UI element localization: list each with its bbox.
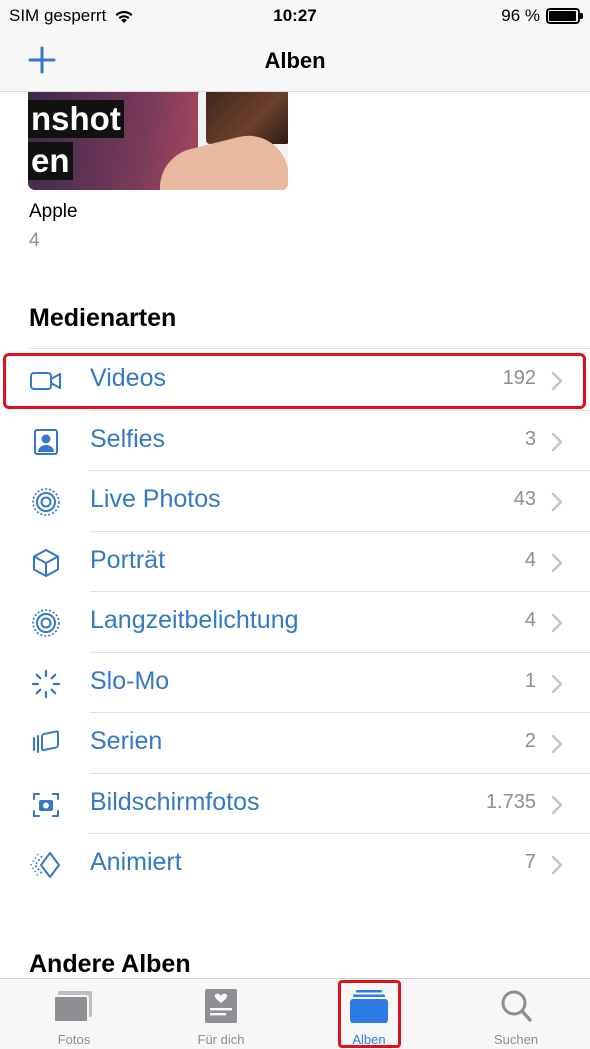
list-item-portrait[interactable]: Porträt 4	[0, 532, 590, 592]
list-item-count: 3	[524, 427, 536, 450]
list-item-label: Bildschirmfotos	[90, 787, 260, 816]
animated-icon	[30, 852, 60, 878]
battery-icon	[546, 8, 583, 24]
battery-percent: 96 %	[501, 6, 540, 25]
highlight-annotation	[338, 980, 401, 1048]
long-exposure-icon	[32, 609, 60, 637]
list-item-count: 43	[513, 488, 536, 510]
navigation-bar: Alben	[0, 32, 590, 92]
chevron-right-icon	[551, 492, 563, 512]
list-item-count: 7	[524, 851, 536, 873]
list-item-label: Porträt	[90, 545, 166, 574]
list-item-label: Slo-Mo	[90, 666, 170, 695]
chevron-right-icon	[551, 553, 563, 572]
section-header-other-albums: Andere Alben	[29, 950, 191, 978]
list-item-long-exposure[interactable]: Langzeitbelichtung 4	[0, 592, 590, 653]
tab-photos[interactable]: Fotos	[0, 979, 148, 1049]
live-photo-icon	[32, 488, 60, 516]
chevron-right-icon	[551, 613, 563, 633]
section-header-media-types: Medienarten	[29, 304, 177, 332]
thumbnail-caption-line1: nshot	[28, 100, 124, 138]
list-item-label: Langzeitbelichtung	[90, 606, 299, 634]
for-you-icon	[205, 989, 237, 1023]
list-item-slo-mo[interactable]: Slo-Mo 1	[0, 653, 590, 713]
list-item-screenshots[interactable]: Bildschirmfotos 1.735	[0, 774, 590, 834]
status-battery-group: 96 %	[501, 6, 583, 26]
status-bar: SIM gesperrt 10:27 96 %	[0, 0, 590, 32]
search-icon	[501, 990, 532, 1022]
list-item-videos[interactable]: Videos 192	[0, 350, 590, 411]
tab-search[interactable]: Suchen	[442, 979, 590, 1049]
list-item-count: 1	[524, 669, 536, 692]
list-item-animated[interactable]: Animiert 7	[0, 834, 590, 895]
list-item-label: Serien	[90, 727, 163, 755]
tab-bar: Fotos Für dich Alben Suchen	[0, 978, 590, 1049]
cube-icon	[33, 548, 59, 577]
list-item-selfies[interactable]: Selfies 3	[0, 411, 590, 471]
album-name[interactable]: Apple	[29, 201, 78, 223]
list-item-label: Live Photos	[90, 485, 221, 513]
section-divider	[29, 348, 590, 349]
list-item-label: Animiert	[90, 848, 182, 876]
highlight-annotation	[3, 353, 586, 409]
page-title: Alben	[264, 48, 326, 73]
list-item-count: 4	[524, 548, 536, 571]
tab-label: Fotos	[57, 1032, 91, 1047]
list-item-count: 2	[524, 730, 536, 752]
battery-level-fill	[549, 11, 576, 21]
chevron-right-icon	[551, 855, 563, 875]
chevron-right-icon	[551, 734, 563, 754]
chevron-right-icon	[551, 432, 563, 451]
burst-icon	[33, 730, 59, 753]
thumbnail-caption-line2: en	[28, 142, 73, 180]
chevron-right-icon	[551, 674, 563, 693]
tab-for-you[interactable]: Für dich	[147, 979, 295, 1049]
list-item-bursts[interactable]: Serien 2	[0, 713, 590, 774]
album-count: 4	[29, 230, 40, 251]
tab-label: Für dich	[197, 1032, 245, 1047]
list-item-count: 1.735	[485, 790, 536, 813]
list-item-label: Selfies	[90, 424, 166, 453]
list-item-live-photos[interactable]: Live Photos 43	[0, 471, 590, 532]
photos-icon	[53, 991, 92, 1023]
selfie-portrait-icon	[34, 428, 58, 455]
slomo-icon	[31, 669, 61, 698]
album-thumbnail[interactable]: nshot en	[28, 92, 288, 190]
tab-label: Suchen	[493, 1032, 539, 1047]
screenshot-icon	[33, 792, 59, 817]
list-item-count: 4	[524, 609, 536, 631]
chevron-right-icon	[551, 795, 563, 814]
